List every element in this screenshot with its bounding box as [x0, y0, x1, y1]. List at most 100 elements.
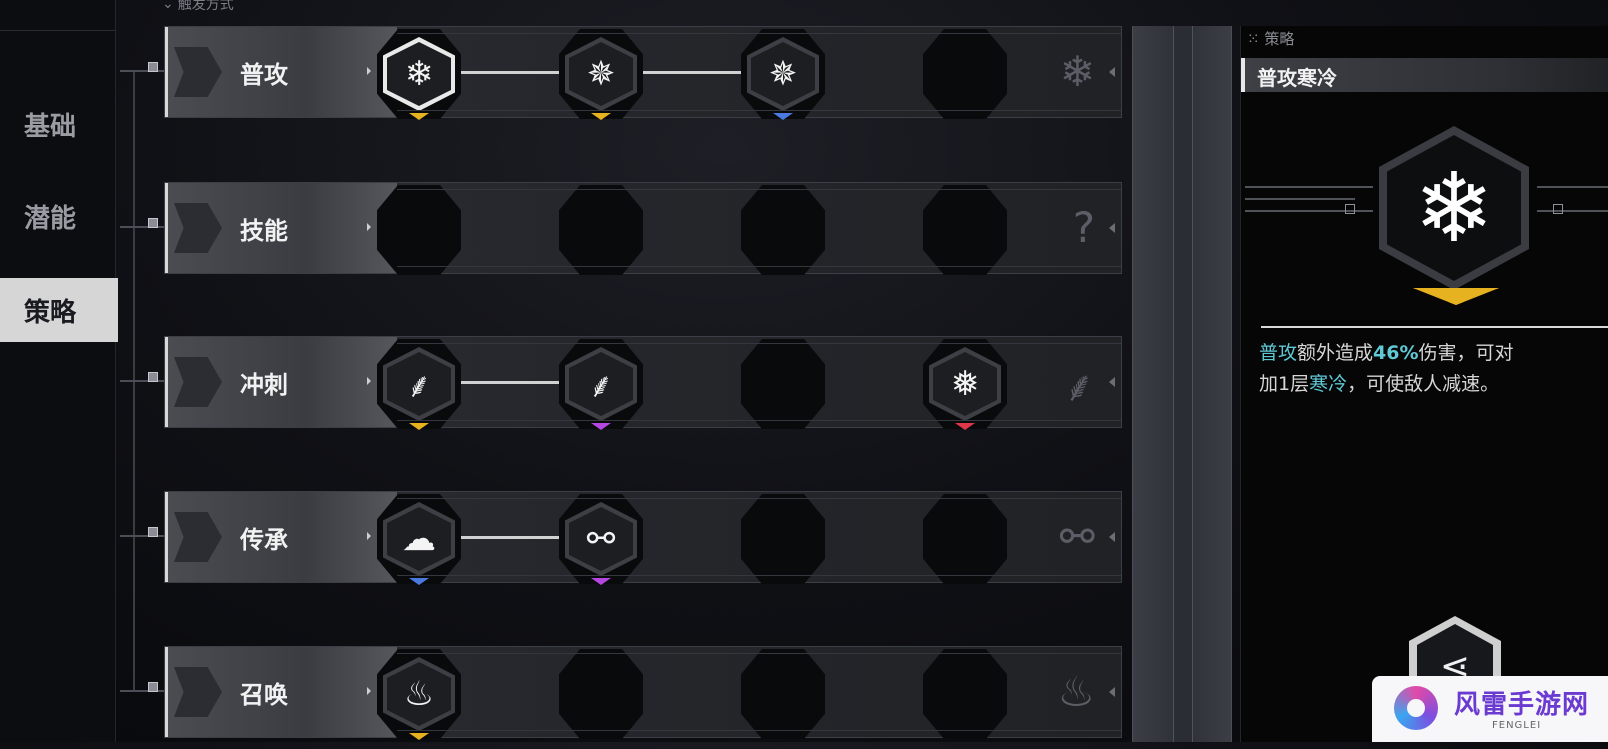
- strategy-slot[interactable]: ✵: [559, 17, 643, 129]
- tree-node: [148, 62, 158, 72]
- locked-preview-icon: ?: [1072, 203, 1095, 252]
- nav-item-strategy[interactable]: 策略: [0, 278, 118, 342]
- empty-slot: [923, 637, 1007, 749]
- strategy-slot[interactable]: ⚯: [559, 482, 643, 594]
- pointer-icon: [1109, 223, 1115, 233]
- chevron-right-icon: [174, 512, 222, 562]
- empty-slot: [741, 173, 825, 285]
- pointer-icon: [1109, 687, 1115, 697]
- desc-text: ，可使敌人减速。: [1347, 373, 1500, 395]
- empty-slot: [923, 17, 1007, 129]
- desc-skill: 普攻: [1259, 342, 1298, 364]
- pointer-icon: [367, 223, 371, 231]
- strategy-slot[interactable]: ❅: [923, 327, 1007, 439]
- slot-link: [455, 71, 565, 74]
- circuit-node: [1345, 204, 1355, 214]
- strategy-row: 冲刺 ⸙ ⸙ ❅ ⸙: [164, 336, 1122, 430]
- tree-node: [148, 372, 158, 382]
- row-label[interactable]: 技能: [165, 183, 397, 273]
- nav-item-basic[interactable]: 基础: [0, 92, 115, 156]
- chevron-right-icon: [174, 357, 222, 407]
- locked-preview-icon: ⸙: [1063, 362, 1095, 411]
- nav-item-potential[interactable]: 潜能: [0, 184, 115, 248]
- row-name: 召唤: [240, 681, 288, 709]
- row-label[interactable]: 召唤: [165, 647, 397, 737]
- empty-slot: [741, 482, 825, 594]
- slot-frame: [559, 649, 643, 739]
- circuit-line: [1537, 186, 1608, 188]
- locked-preview-icon: ❄: [1059, 47, 1095, 96]
- empty-slot: [559, 173, 643, 285]
- desc-status: 寒冷: [1309, 373, 1348, 395]
- row-name: 传承: [240, 526, 288, 554]
- trigger-mode-hint: ⌄ 触发方式: [162, 0, 234, 14]
- chevron-right-icon: [174, 203, 222, 253]
- pointer-icon: [1109, 532, 1115, 542]
- pointer-icon: [367, 377, 371, 385]
- row-name: 技能: [240, 217, 288, 245]
- dots-icon: ⁙: [1247, 30, 1265, 48]
- chevron-right-icon: [174, 47, 222, 97]
- row-name: 普攻: [240, 61, 288, 89]
- tree-node: [148, 682, 158, 692]
- strategy-slot[interactable]: ⸙: [377, 327, 461, 439]
- empty-slot: [923, 173, 1007, 285]
- slot-link: [455, 536, 565, 539]
- trigger-mode-label: 触发方式: [177, 0, 234, 13]
- tree-connector: [133, 72, 135, 692]
- row-label[interactable]: 普攻: [165, 27, 397, 117]
- row-name: 冲刺: [240, 371, 288, 399]
- strategy-slot[interactable]: ♨: [377, 637, 461, 749]
- pointer-icon: [1109, 67, 1115, 77]
- watermark-logo-icon: [1394, 686, 1438, 730]
- desc-value: 46%: [1373, 342, 1419, 364]
- chevron-down-icon: ⌄: [162, 0, 174, 12]
- detail-category-tag: ⁙ 策略: [1247, 30, 1295, 48]
- circuit-line: [1245, 198, 1355, 200]
- tree-node: [148, 527, 158, 537]
- pointer-icon: [1109, 377, 1115, 387]
- slot-frame: [741, 494, 825, 584]
- strategy-description: 普攻额外造成46%伤害，可对 加1层寒冷，可使敌人减速。: [1259, 338, 1608, 400]
- empty-slot: [377, 173, 461, 285]
- desc-text: 伤害，可对: [1418, 342, 1514, 364]
- desc-text: 额外造成: [1297, 342, 1374, 364]
- strategy-slot[interactable]: ⸙: [559, 327, 643, 439]
- watermark-text: 风雷手游网: [1454, 690, 1590, 720]
- strategy-row: 技能?: [164, 182, 1122, 275]
- slot-frame: [923, 494, 1007, 584]
- strategy-slot[interactable]: ✵: [741, 17, 825, 129]
- detail-title: 普攻寒冷: [1257, 66, 1337, 90]
- nav-divider: [0, 30, 115, 31]
- strategy-slot[interactable]: ❄: [377, 17, 461, 129]
- pointer-icon: [367, 532, 371, 540]
- empty-slot: [741, 327, 825, 439]
- circuit-node: [1553, 204, 1563, 214]
- slot-frame: [923, 649, 1007, 739]
- circuit-line: [1537, 210, 1608, 212]
- desc-text: 加1层: [1259, 373, 1310, 395]
- circuit-line: [1245, 186, 1373, 188]
- pointer-icon: [367, 687, 371, 695]
- desc-divider: [1261, 326, 1608, 328]
- row-label[interactable]: 冲刺: [165, 337, 397, 427]
- strategy-row: 普攻 ❄ ✵ ✵ ❄: [164, 26, 1122, 120]
- strategy-row: 召唤 ♨ ♨: [164, 646, 1122, 740]
- divider-groove: [1173, 26, 1193, 742]
- slot-frame: [923, 185, 1007, 275]
- rarity-chevron: [1413, 288, 1499, 305]
- slot-link: [455, 381, 565, 384]
- slot-frame: [741, 649, 825, 739]
- title-accent: [1241, 58, 1245, 92]
- empty-slot: [923, 482, 1007, 594]
- strategy-icon-large: ❄: [1379, 126, 1529, 290]
- detail-panel: ⁙ 策略 普攻寒冷 ❄ 普攻额外造成46%伤害，可对 加1层寒冷，可使敌人减速。…: [1240, 26, 1608, 742]
- empty-slot: [559, 637, 643, 749]
- strategy-slot[interactable]: ☁: [377, 482, 461, 594]
- slot-frame: [923, 29, 1007, 119]
- chevron-right-icon: [174, 667, 222, 717]
- empty-slot: [741, 637, 825, 749]
- row-label[interactable]: 传承: [165, 492, 397, 582]
- watermark: 风雷手游网 FENGLEI: [1372, 676, 1608, 742]
- slot-frame: [377, 185, 461, 275]
